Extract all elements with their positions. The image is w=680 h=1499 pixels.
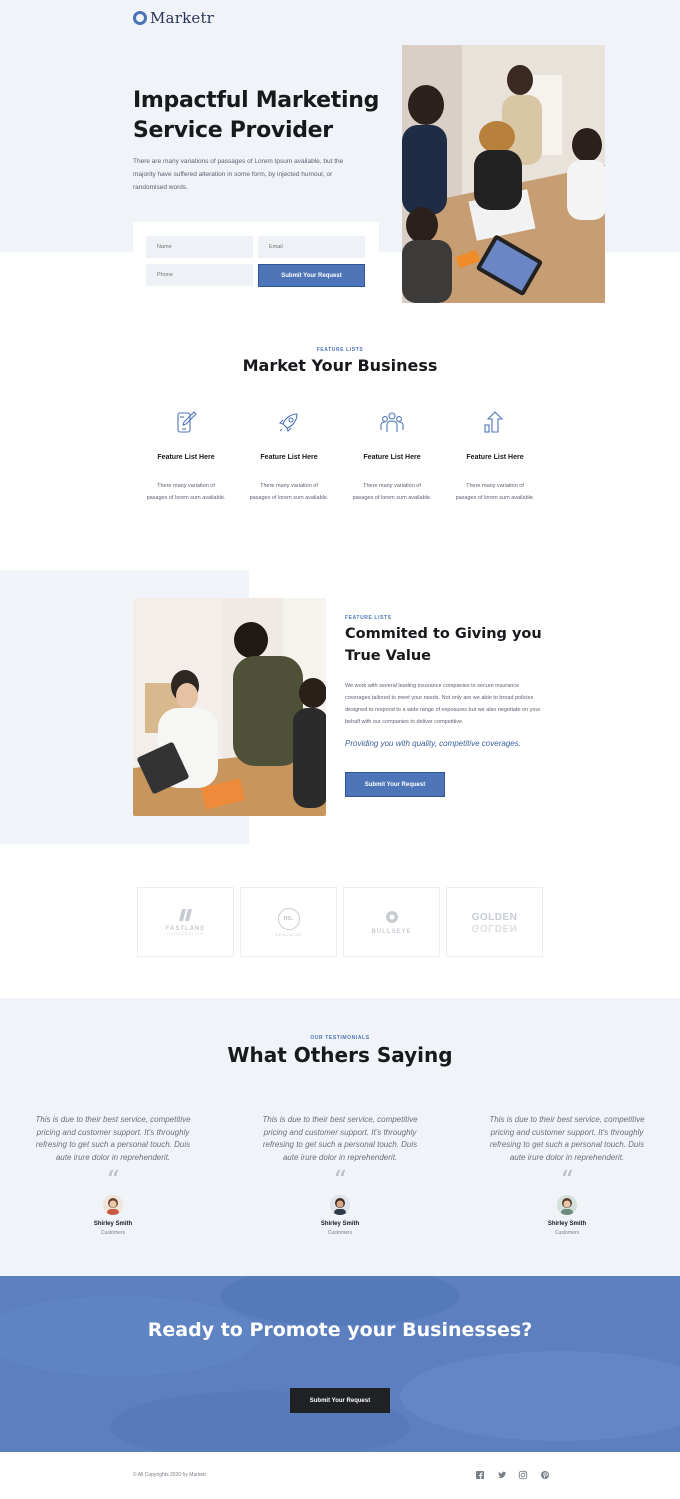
testimonial-role: Customers <box>327 1230 353 1236</box>
partner-logo: BULLSEYE <box>343 887 440 957</box>
quote-mark-icon: “ <box>560 1166 574 1196</box>
feature-item: Feature List Here There many variation o… <box>342 410 442 504</box>
fastlane-icon <box>178 908 192 921</box>
testimonial-role: Customers <box>100 1230 126 1236</box>
cta-background <box>0 1276 680 1452</box>
partner-name: BULLSEYE <box>371 928 412 935</box>
feature-description: There many variation of pasages of lorem… <box>352 483 432 501</box>
feature-item: Feature List Here There many variation o… <box>445 410 545 504</box>
testimonial-name: Shirley Smith <box>547 1221 587 1227</box>
rocket-icon <box>278 413 298 433</box>
hero-title: Impactful Marketing Service Provider <box>133 88 380 143</box>
value-title: Commited to Giving you True Value <box>345 626 542 664</box>
instagram-icon[interactable] <box>518 1470 528 1480</box>
testimonials-eyebrow: OUR TESTIMONIALS <box>310 1035 370 1041</box>
value-submit-button[interactable]: Submit Your Request <box>345 772 445 797</box>
feature-description: There many variation of pasages of lorem… <box>249 483 329 501</box>
value-description: We work with several leading insurance c… <box>345 683 541 725</box>
hero-team-photo <box>402 45 605 303</box>
testimonial-card: This is due to their best service, compe… <box>28 1114 198 1236</box>
feature-title: Feature List Here <box>260 454 318 461</box>
phone-input[interactable] <box>146 264 253 286</box>
features-eyebrow: FEATURE LISTS <box>316 347 364 353</box>
request-form <box>133 222 379 302</box>
avatar <box>557 1195 577 1215</box>
partner-logo: GOLDEN GOLDEN <box>446 887 543 957</box>
feature-description: There many variation of pasages of lorem… <box>455 483 535 501</box>
pinterest-icon[interactable] <box>540 1470 550 1480</box>
email-input[interactable] <box>258 236 365 258</box>
testimonial-card: This is due to their best service, compe… <box>482 1114 652 1236</box>
twitter-icon[interactable] <box>497 1470 507 1480</box>
hero-description: There are many variations of passages of… <box>133 158 344 191</box>
partner-sub: NEWCALIB <box>275 932 302 937</box>
testimonial-role: Customers <box>554 1230 580 1236</box>
team-icon <box>380 412 404 432</box>
quote-mark-icon: “ <box>333 1166 347 1196</box>
avatar <box>103 1195 123 1215</box>
partner-sub: GOLDEN <box>471 922 518 933</box>
copyright: © All Copyrights 2020 by Marketr <box>133 1472 207 1478</box>
testimonial-name: Shirley Smith <box>93 1221 133 1227</box>
testimonial-quote: This is due to their best service, compe… <box>262 1115 418 1162</box>
feature-title: Feature List Here <box>363 454 421 461</box>
brand-logo[interactable]: Marketr <box>133 9 214 27</box>
partner-name: nc. <box>277 907 300 930</box>
features-title: Market Your Business <box>242 356 438 375</box>
facebook-icon[interactable] <box>475 1470 485 1480</box>
bullseye-icon <box>385 910 398 923</box>
cta-submit-button[interactable]: Submit Your Request <box>290 1388 390 1413</box>
hero-submit-button[interactable]: Submit Your Request <box>258 264 365 287</box>
partner-sub: CORPORATION <box>167 931 204 936</box>
testimonials-title: What Others Saying <box>227 1043 453 1067</box>
feature-title: Feature List Here <box>157 454 215 461</box>
value-team-photo <box>133 598 326 816</box>
brand-name: Marketr <box>150 9 215 27</box>
partner-logo: nc. NEWCALIB <box>240 887 337 957</box>
testimonial-card: This is due to their best service, compe… <box>255 1114 425 1236</box>
value-eyebrow: FEATURE LISTS <box>345 615 392 621</box>
feature-item: Feature List Here There many variation o… <box>239 410 339 504</box>
testimonial-name: Shirley Smith <box>320 1221 360 1227</box>
name-input[interactable] <box>146 236 253 258</box>
feature-description: There many variation of pasages of lorem… <box>146 483 226 501</box>
testimonial-quote: This is due to their best service, compe… <box>35 1115 191 1162</box>
feature-item: Feature List Here There many variation o… <box>136 410 236 504</box>
avatar <box>330 1195 350 1215</box>
mobile-edit-icon <box>177 411 197 433</box>
feature-title: Feature List Here <box>466 454 524 461</box>
testimonial-quote: This is due to their best service, compe… <box>489 1115 645 1162</box>
logo-ring-icon <box>133 11 147 25</box>
growth-arrow-icon <box>484 411 504 433</box>
value-quote: Providing you with quality, competitive … <box>345 739 521 748</box>
partner-logo: FASTLANE CORPORATION <box>137 887 234 957</box>
quote-mark-icon: “ <box>106 1166 120 1196</box>
cta-title: Ready to Promote your Businesses? <box>147 1319 533 1341</box>
